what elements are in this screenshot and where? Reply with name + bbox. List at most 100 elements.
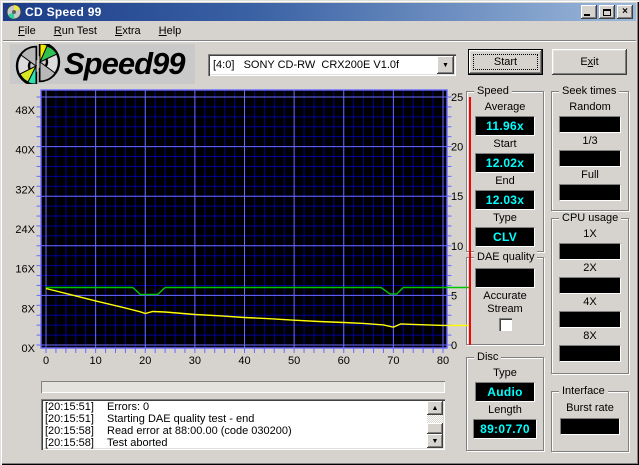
app-cd-icon xyxy=(6,4,22,20)
accurate-stream-checkbox[interactable] xyxy=(499,318,512,331)
speed-average-value: 11.96x xyxy=(475,116,535,136)
minimize-button[interactable] xyxy=(581,5,597,19)
svg-text:8X: 8X xyxy=(22,303,36,315)
disc-type-label: Type xyxy=(493,367,517,380)
speed-type-value: CLV xyxy=(475,227,535,247)
speed-chart: 48X40X32X24X16X8X0X252015105001020304050… xyxy=(0,85,478,370)
cpu-usage-panel: CPU usage 1X 2X 4X 8X xyxy=(551,218,629,374)
speed-panel-title: Speed xyxy=(474,85,512,98)
interface-panel-title: Interface xyxy=(559,385,608,398)
speed-end-label: End xyxy=(495,175,515,188)
menu-file[interactable]: File xyxy=(11,23,43,39)
focus-rect xyxy=(473,54,538,70)
svg-text:5: 5 xyxy=(451,290,457,302)
speed-end-value: 12.03x xyxy=(475,190,535,210)
close-button[interactable]: × xyxy=(617,5,633,19)
burst-rate-value xyxy=(560,418,620,435)
arrow-up-icon: ▲ xyxy=(432,405,439,412)
cpu-4x-value xyxy=(559,311,621,328)
dae-quality-panel-title: DAE quality xyxy=(474,251,537,264)
speed-panel: Speed Average 11.96x Start 12.02x End 12… xyxy=(466,91,544,252)
disc-panel: Disc Type Audio Length 89:07.70 xyxy=(466,357,544,451)
svg-text:10: 10 xyxy=(90,355,102,367)
cpu-usage-panel-title: CPU usage xyxy=(559,212,621,225)
accurate-stream-label-line1: Accurate xyxy=(483,290,526,303)
svg-text:48X: 48X xyxy=(15,105,35,117)
exit-button[interactable]: Exit xyxy=(552,49,627,75)
burst-rate-label: Burst rate xyxy=(566,402,614,415)
disc-length-value: 89:07.70 xyxy=(473,419,537,439)
cpu-2x-label: 2X xyxy=(583,262,596,275)
log-scrollbar[interactable]: ▲ ▼ xyxy=(427,401,443,448)
app-window: CD Speed 99 × File Run Test Extra Help S… xyxy=(0,0,639,465)
seek-third-label: 1/3 xyxy=(582,135,597,148)
seek-full-value xyxy=(559,184,621,201)
svg-text:60: 60 xyxy=(338,355,350,367)
log-line: [20:15:51]Errors: 0 xyxy=(45,401,425,413)
seek-random-value xyxy=(559,116,621,133)
cpu-4x-label: 4X xyxy=(583,296,596,309)
svg-text:15: 15 xyxy=(451,191,463,203)
cd-logo-icon xyxy=(14,44,62,84)
drive-selector-value: [4:0] SONY CD-RW CRX200E V1.0f xyxy=(208,59,437,71)
chevron-down-icon: ▼ xyxy=(442,62,449,69)
drive-selector[interactable]: [4:0] SONY CD-RW CRX200E V1.0f ▼ xyxy=(208,54,456,76)
svg-text:25: 25 xyxy=(451,92,463,104)
log-listbox[interactable]: [20:15:51]Errors: 0 [20:15:51]Starting D… xyxy=(41,399,445,450)
dae-quality-panel: DAE quality Accurate Stream xyxy=(466,257,544,345)
menu-bar: File Run Test Extra Help xyxy=(3,21,636,41)
speed-average-label: Average xyxy=(485,101,526,114)
svg-text:10: 10 xyxy=(451,241,463,253)
dae-quality-value xyxy=(475,268,535,288)
disc-type-value: Audio xyxy=(475,382,535,402)
maximize-icon xyxy=(603,9,611,16)
scrollbar-thumb[interactable] xyxy=(427,423,443,434)
seek-full-label: Full xyxy=(581,169,599,182)
disc-length-label: Length xyxy=(488,404,522,417)
start-button[interactable]: Start xyxy=(468,49,543,75)
arrow-down-icon: ▼ xyxy=(432,438,439,445)
log-line: [20:15:51]Starting DAE quality test - en… xyxy=(45,413,425,425)
svg-text:0: 0 xyxy=(451,340,457,352)
logo-panel: Speed99 xyxy=(10,44,195,84)
menu-run-test[interactable]: Run Test xyxy=(47,23,104,39)
title-bar[interactable]: CD Speed 99 × xyxy=(3,3,636,21)
chart-marker-line xyxy=(469,97,471,345)
svg-text:20: 20 xyxy=(451,142,463,154)
cpu-1x-value xyxy=(559,243,621,260)
menu-help[interactable]: Help xyxy=(152,23,189,39)
drive-selector-dropdown-button[interactable]: ▼ xyxy=(437,56,454,74)
disc-panel-title: Disc xyxy=(474,351,501,364)
svg-text:50: 50 xyxy=(288,355,300,367)
log-line: [20:15:58]Test aborted xyxy=(45,437,425,449)
seek-times-panel-title: Seek times xyxy=(559,85,619,98)
svg-text:32X: 32X xyxy=(15,184,35,196)
accurate-stream-label-line2: Stream xyxy=(487,303,522,316)
svg-text:16X: 16X xyxy=(15,264,35,276)
seek-third-value xyxy=(559,150,621,167)
svg-text:0X: 0X xyxy=(22,343,36,355)
svg-text:40X: 40X xyxy=(15,145,35,157)
speed-type-label: Type xyxy=(493,212,517,225)
progress-bar xyxy=(41,381,445,393)
interface-panel: Interface Burst rate xyxy=(551,391,629,452)
cpu-8x-value xyxy=(559,345,621,362)
close-icon: × xyxy=(622,7,628,17)
app-logo-text: Speed99 xyxy=(64,46,185,82)
svg-text:70: 70 xyxy=(387,355,399,367)
svg-text:40: 40 xyxy=(238,355,250,367)
menu-extra[interactable]: Extra xyxy=(108,23,148,39)
seek-random-label: Random xyxy=(569,101,611,114)
cpu-8x-label: 8X xyxy=(583,330,596,343)
speed-start-label: Start xyxy=(493,138,516,151)
cpu-1x-label: 1X xyxy=(583,228,596,241)
log-line: [20:15:58]Read error at 88:00.00 (code 0… xyxy=(45,425,425,437)
svg-text:0: 0 xyxy=(43,355,49,367)
maximize-button[interactable] xyxy=(599,5,615,19)
svg-text:80: 80 xyxy=(437,355,449,367)
scroll-up-button[interactable]: ▲ xyxy=(427,401,443,415)
cpu-2x-value xyxy=(559,277,621,294)
minimize-icon xyxy=(584,14,590,16)
scroll-down-button[interactable]: ▼ xyxy=(427,434,443,448)
seek-times-panel: Seek times Random 1/3 Full xyxy=(551,91,629,211)
